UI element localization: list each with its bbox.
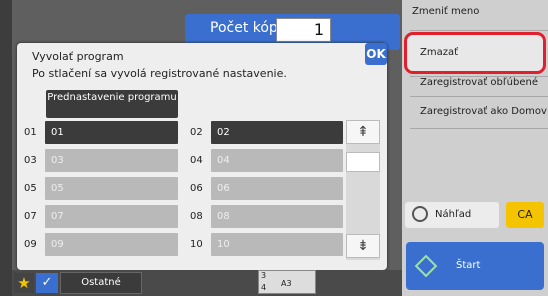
copies-label: Počet kópií [210, 20, 286, 36]
slot-number: 04 [190, 155, 203, 166]
delete-item[interactable]: Zmazať [420, 47, 548, 58]
scroll-thumb[interactable] [346, 152, 380, 172]
ok-button[interactable]: OK [365, 43, 387, 65]
program-slot[interactable]: 06 [211, 177, 343, 200]
program-slot[interactable]: 10 [211, 233, 343, 256]
paper-size: A3 [281, 279, 292, 288]
ca-button[interactable]: CA [506, 202, 544, 228]
slot-number: 10 [190, 239, 203, 250]
copies-input[interactable]: 1 [276, 18, 331, 42]
slot-number: 08 [190, 211, 203, 222]
scroll-up-icon[interactable]: ⇞ [346, 120, 380, 144]
paper-indicator: 3 4 A3 [258, 270, 316, 294]
scroll-down-icon[interactable]: ⇟ [346, 234, 380, 258]
other-button[interactable]: Ostatné [60, 272, 142, 294]
program-slot[interactable]: 01 [45, 121, 178, 144]
star-icon[interactable]: ★ [14, 273, 34, 293]
divider [410, 96, 548, 97]
dialog-title: Vyvolať program [32, 50, 124, 63]
register-favorite-item[interactable]: Zaregistrovať obľúbené [420, 77, 548, 88]
divider [410, 30, 548, 31]
checkmark-icon[interactable]: ✓ [36, 273, 58, 293]
slot-number: 03 [24, 155, 37, 166]
left-edge-bar [0, 0, 12, 296]
program-slot[interactable]: 02 [211, 121, 343, 144]
slot-number: 07 [24, 211, 37, 222]
program-slot[interactable]: 04 [211, 149, 343, 172]
preset-program-button[interactable]: Prednastavenie programu [46, 90, 178, 118]
preview-icon [412, 206, 428, 222]
dialog-subtitle: Po stlačení sa vyvolá registrované nasta… [32, 67, 287, 80]
program-slot[interactable]: 08 [211, 205, 343, 228]
slot-number: 01 [24, 127, 37, 138]
slot-number: 02 [190, 127, 203, 138]
divider [410, 128, 548, 129]
rename-item[interactable]: Zmeniť meno [412, 6, 548, 17]
slot-number: 05 [24, 183, 37, 194]
slot-number: 09 [24, 239, 37, 250]
program-slot[interactable]: 09 [45, 233, 178, 256]
program-slot[interactable]: 05 [45, 177, 178, 200]
tray-number: 3 [261, 271, 267, 280]
tray-number: 4 [261, 283, 267, 292]
register-home-item[interactable]: Zaregistrovať ako Domov [420, 106, 548, 117]
program-slot[interactable]: 03 [45, 149, 178, 172]
slot-number: 06 [190, 183, 203, 194]
program-slot[interactable]: 07 [45, 205, 178, 228]
